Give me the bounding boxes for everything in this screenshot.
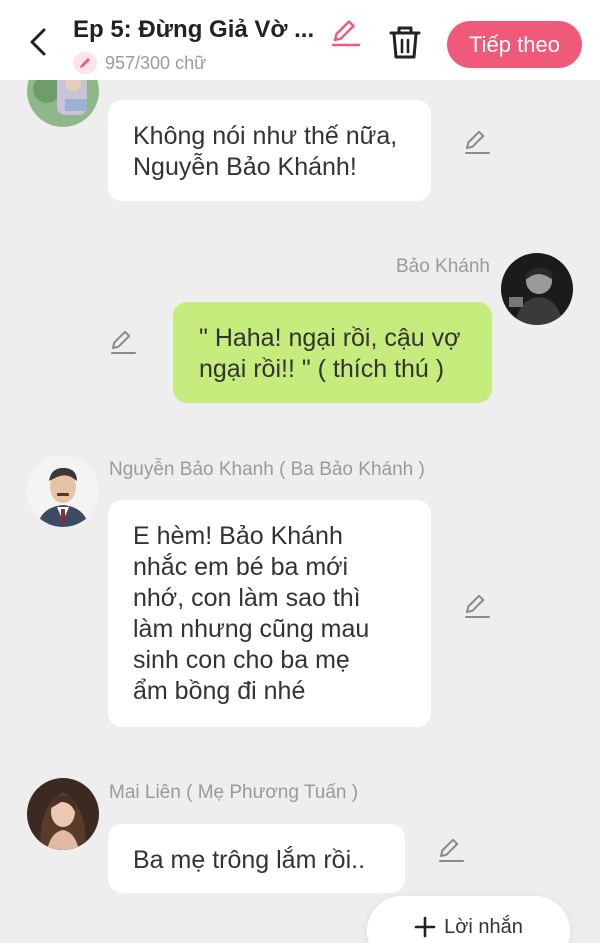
word-count: 957/300 chữ — [73, 52, 206, 74]
pencil-icon — [331, 20, 361, 47]
plus-icon — [414, 916, 436, 938]
edit-message-button[interactable] — [462, 592, 492, 620]
word-count-label: 957/300 chữ — [105, 52, 207, 73]
add-message-label: Lời nhắn — [444, 916, 523, 938]
next-button[interactable]: Tiếp theo — [447, 21, 582, 68]
avatar[interactable] — [27, 778, 99, 850]
edit-title-button[interactable] — [330, 18, 362, 48]
pencil-icon — [439, 838, 464, 862]
avatar[interactable] — [27, 455, 99, 527]
message-bubble: Không nói như thế nữa, Nguyễn Bảo Khánh! — [108, 100, 431, 201]
sender-name: Bảo Khánh — [395, 256, 490, 277]
pencil-icon — [73, 52, 97, 74]
episode-title: Ep 5: Đừng Giả Vờ ... — [73, 16, 315, 43]
back-button[interactable] — [20, 22, 56, 62]
trash-icon — [389, 26, 421, 59]
message-bubble: " Haha! ngại rồi, cậu vợ ngại rồi!! " ( … — [173, 302, 492, 403]
edit-message-button[interactable] — [436, 836, 466, 864]
chevron-left-icon — [30, 28, 46, 56]
add-message-button[interactable]: Lời nhắn — [367, 896, 570, 943]
delete-button[interactable] — [387, 22, 423, 62]
message-bubble: Ba mẹ trông lắm rồi.. — [108, 824, 405, 893]
message-bubble: E hèm! Bảo Khánh nhắc em bé ba mới nhớ, … — [108, 500, 431, 727]
pencil-icon — [465, 130, 490, 154]
sender-name: Nguyễn Bảo Khanh ( Ba Bảo Khánh ) — [109, 459, 425, 480]
edit-message-button[interactable] — [462, 128, 492, 156]
sender-name: Mai Liên ( Mẹ Phương Tuấn ) — [109, 782, 359, 803]
pencil-icon — [465, 594, 490, 618]
pencil-icon — [111, 330, 136, 354]
top-bar: Ep 5: Đừng Giả Vờ ... 957/300 chữ Tiếp t… — [0, 0, 600, 80]
avatar[interactable] — [501, 253, 573, 325]
edit-message-button[interactable] — [108, 328, 138, 356]
